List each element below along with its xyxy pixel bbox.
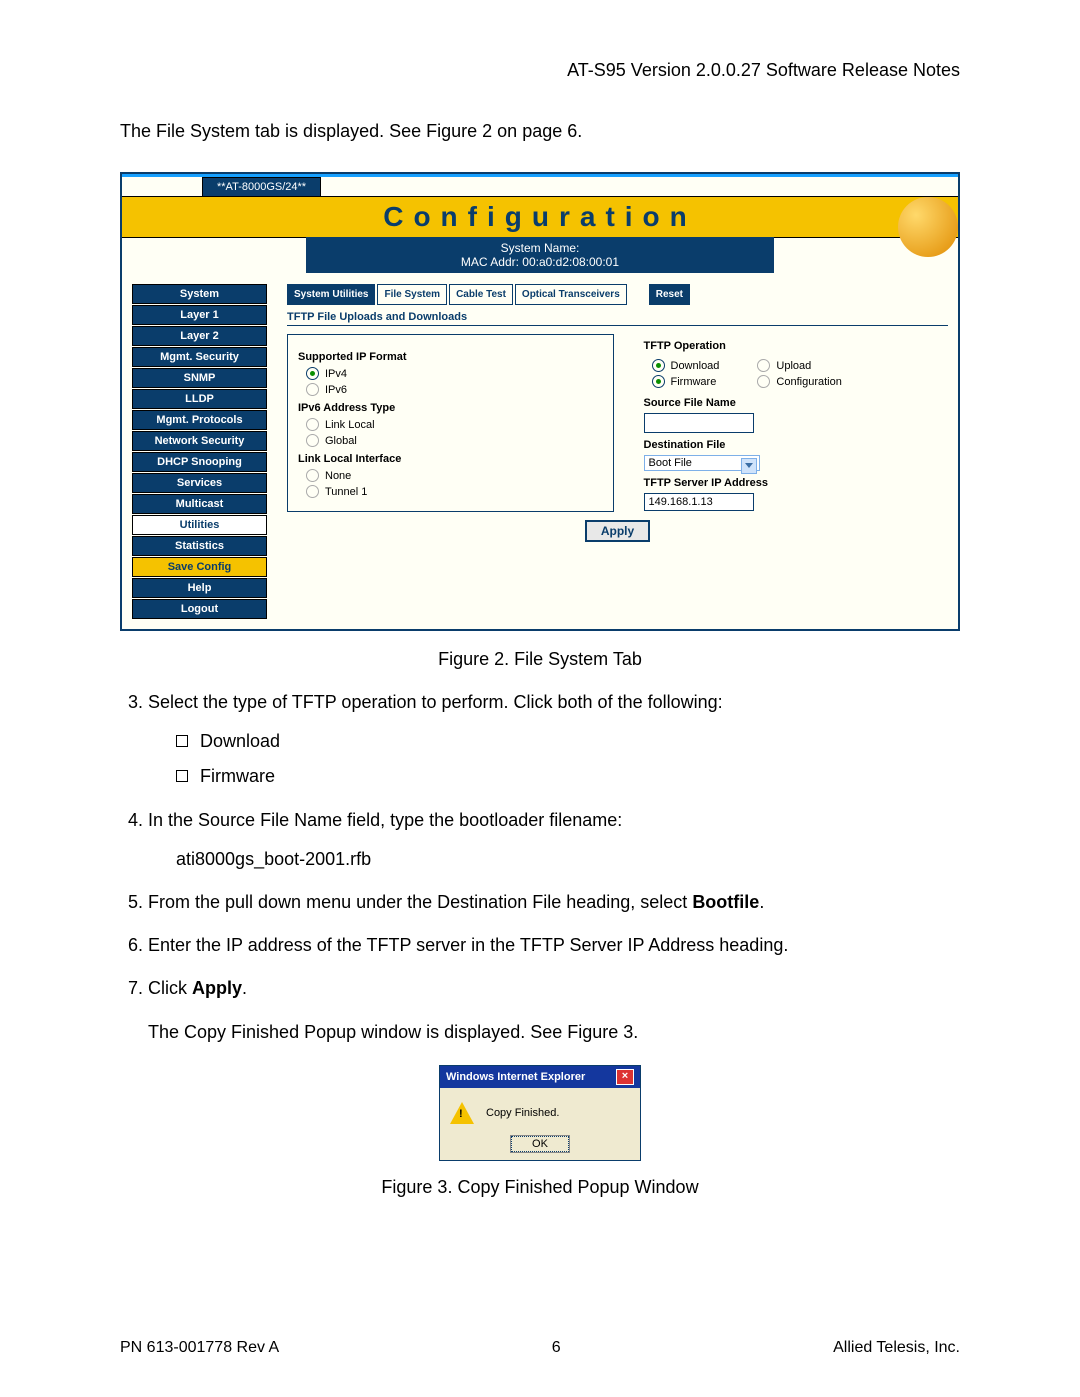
tunnel1-label: Tunnel 1: [325, 486, 367, 498]
sidebar-item-lldp[interactable]: LLDP: [132, 389, 267, 409]
sidebar-item-network-security[interactable]: Network Security: [132, 431, 267, 451]
sidebar-item-mgmt-protocols[interactable]: Mgmt. Protocols: [132, 410, 267, 430]
step-list: Select the type of TFTP operation to per…: [120, 690, 960, 1045]
src-file-input[interactable]: [644, 413, 754, 433]
sidebar-item-system[interactable]: System: [132, 284, 267, 304]
ipv6-label: IPv6: [325, 384, 347, 396]
src-file-label: Source File Name: [644, 397, 949, 409]
none-label: None: [325, 470, 351, 482]
step-4-text: In the Source File Name field, type the …: [148, 810, 622, 830]
dest-file-select[interactable]: Boot File: [644, 455, 760, 471]
tab-system-utilities[interactable]: System Utilities: [287, 284, 375, 305]
radio-global[interactable]: [306, 434, 319, 447]
step-3: Select the type of TFTP operation to per…: [148, 690, 960, 790]
apply-button[interactable]: Apply: [585, 520, 650, 542]
footer-page-number: 6: [552, 1339, 561, 1357]
supported-ip-label: Supported IP Format: [298, 351, 603, 363]
radio-none[interactable]: [306, 469, 319, 482]
globe-icon: [898, 197, 958, 257]
right-form: TFTP Operation Download Firmware Upload …: [644, 334, 949, 512]
system-name-bar: System Name: MAC Addr: 00:a0:d2:08:00:01: [306, 237, 774, 273]
firmware-label: Firmware: [671, 376, 717, 388]
step-3a: Download: [176, 729, 960, 754]
sidebar-item-logout[interactable]: Logout: [132, 599, 267, 619]
figure-3-caption: Figure 3. Copy Finished Popup Window: [120, 1177, 960, 1198]
footer-left: PN 613-001778 Rev A: [120, 1339, 279, 1357]
config-title-bar: Configuration: [122, 196, 958, 238]
popup-title-text: Windows Internet Explorer: [446, 1071, 585, 1083]
footer-right: Allied Telesis, Inc.: [833, 1339, 960, 1357]
step-5-bold: Bootfile: [692, 892, 759, 912]
radio-download[interactable]: [652, 359, 665, 372]
sidebar-item-utilities[interactable]: Utilities: [132, 515, 267, 535]
dest-file-label: Destination File: [644, 439, 949, 451]
step-4: In the Source File Name field, type the …: [148, 808, 960, 872]
global-label: Global: [325, 435, 357, 447]
radio-linklocal[interactable]: [306, 418, 319, 431]
close-icon[interactable]: ×: [616, 1069, 634, 1085]
step-7-bold: Apply: [192, 978, 242, 998]
ipv6-addr-type-label: IPv6 Address Type: [298, 402, 603, 414]
sidebar: System Layer 1 Layer 2 Mgmt. Security SN…: [132, 284, 267, 619]
sidebar-item-snmp[interactable]: SNMP: [132, 368, 267, 388]
tab-optical-transceivers[interactable]: Optical Transceivers: [515, 284, 627, 305]
left-form: Supported IP Format IPv4 IPv6 IPv6 Addre…: [287, 334, 614, 512]
page-header: AT-S95 Version 2.0.0.27 Software Release…: [120, 60, 960, 81]
sysname-label: System Name:: [501, 241, 580, 255]
config-title: Configuration: [383, 201, 697, 232]
radio-tunnel1[interactable]: [306, 485, 319, 498]
tftp-server-input[interactable]: 149.168.1.13: [644, 493, 754, 511]
step-5: From the pull down menu under the Destin…: [148, 890, 960, 915]
step-4-code: ati8000gs_boot-2001.rfb: [176, 847, 960, 872]
tab-cable-test[interactable]: Cable Test: [449, 284, 513, 305]
sidebar-item-statistics[interactable]: Statistics: [132, 536, 267, 556]
tftp-op-label: TFTP Operation: [644, 340, 949, 352]
step-7-followup: The Copy Finished Popup window is displa…: [148, 1020, 960, 1045]
link-local-iface-label: Link Local Interface: [298, 453, 603, 465]
linklocal-label: Link Local: [325, 419, 375, 431]
figure-2-screenshot: **AT-8000GS/24** Configuration System Na…: [120, 172, 960, 631]
tab-file-system[interactable]: File System: [377, 284, 447, 305]
sidebar-item-layer1[interactable]: Layer 1: [132, 305, 267, 325]
radio-ipv4[interactable]: [306, 367, 319, 380]
step-3b: Firmware: [176, 764, 960, 789]
warning-icon: [450, 1102, 474, 1124]
radio-upload[interactable]: [757, 359, 770, 372]
section-title: TFTP File Uploads and Downloads: [287, 311, 948, 326]
mac-label: MAC Addr: 00:a0:d2:08:00:01: [461, 255, 619, 269]
download-label: Download: [671, 360, 720, 372]
step-6: Enter the IP address of the TFTP server …: [148, 933, 960, 958]
step-7: Click Apply. The Copy Finished Popup win…: [148, 976, 960, 1044]
sidebar-item-layer2[interactable]: Layer 2: [132, 326, 267, 346]
tab-reset[interactable]: Reset: [649, 284, 690, 305]
configuration-label: Configuration: [776, 376, 841, 388]
sidebar-item-multicast[interactable]: Multicast: [132, 494, 267, 514]
radio-firmware[interactable]: [652, 375, 665, 388]
popup-message: Copy Finished.: [486, 1107, 559, 1119]
intro-text: The File System tab is displayed. See Fi…: [120, 121, 960, 142]
sidebar-item-help[interactable]: Help: [132, 578, 267, 598]
radio-configuration[interactable]: [757, 375, 770, 388]
popup-window: Windows Internet Explorer × Copy Finishe…: [439, 1065, 641, 1161]
radio-ipv6[interactable]: [306, 383, 319, 396]
sidebar-item-dhcp-snooping[interactable]: DHCP Snooping: [132, 452, 267, 472]
tab-row: System Utilities File System Cable Test …: [287, 284, 948, 305]
popup-titlebar: Windows Internet Explorer ×: [440, 1066, 640, 1088]
sidebar-item-services[interactable]: Services: [132, 473, 267, 493]
device-label: **AT-8000GS/24**: [202, 177, 321, 196]
step-3-text: Select the type of TFTP operation to per…: [148, 692, 723, 712]
ipv4-label: IPv4: [325, 368, 347, 380]
figure-2-caption: Figure 2. File System Tab: [120, 649, 960, 670]
step-7-text: Click: [148, 978, 192, 998]
sidebar-item-mgmt-security[interactable]: Mgmt. Security: [132, 347, 267, 367]
step-5-text: From the pull down menu under the Destin…: [148, 892, 692, 912]
ok-button[interactable]: OK: [511, 1136, 569, 1152]
upload-label: Upload: [776, 360, 811, 372]
tftp-server-label: TFTP Server IP Address: [644, 477, 949, 489]
sidebar-item-save-config[interactable]: Save Config: [132, 557, 267, 577]
page-footer: PN 613-001778 Rev A 6 Allied Telesis, In…: [120, 1339, 960, 1357]
